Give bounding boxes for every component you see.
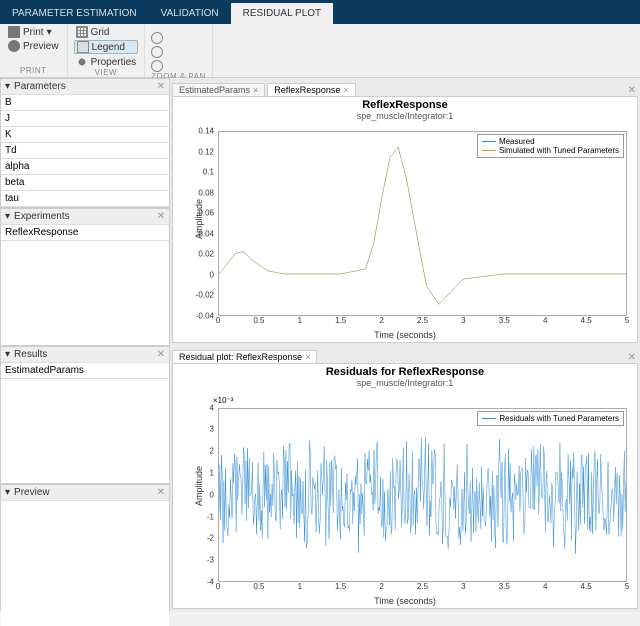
parameter-row[interactable]: J bbox=[1, 111, 169, 127]
experiment-row[interactable]: ReflexResponse bbox=[1, 225, 169, 241]
print-preview-button[interactable]: Preview bbox=[6, 40, 61, 52]
plot-subtitle: spe_muscle/Integrator:1 bbox=[173, 378, 637, 388]
print-label: Print bbox=[23, 27, 44, 38]
parameter-row[interactable]: B bbox=[1, 95, 169, 111]
close-icon[interactable]: ✕ bbox=[628, 85, 636, 96]
properties-button[interactable]: Properties bbox=[74, 56, 139, 68]
legend-box[interactable]: Measured Simulated with Tuned Parameters bbox=[477, 134, 624, 158]
y-axis-scale: ×10⁻³ bbox=[213, 396, 233, 405]
parameter-row[interactable]: alpha bbox=[1, 159, 169, 175]
legend-entry: Residuals with Tuned Parameters bbox=[499, 414, 619, 423]
group-label-print: PRINT bbox=[6, 66, 61, 75]
doc-tab-label: ReflexResponse bbox=[274, 85, 340, 95]
printer-icon bbox=[8, 26, 20, 38]
parameter-row[interactable]: beta bbox=[1, 175, 169, 191]
app-tabstrip: PARAMETER ESTIMATION VALIDATION RESIDUAL… bbox=[0, 0, 640, 24]
residuals-plot[interactable]: Residuals for ReflexResponse spe_muscle/… bbox=[172, 363, 638, 610]
pan-icon[interactable] bbox=[151, 60, 163, 72]
legend-box[interactable]: Residuals with Tuned Parameters bbox=[477, 411, 624, 426]
chevron-down-icon[interactable]: ▾ bbox=[5, 211, 10, 222]
group-label-view: VIEW bbox=[74, 68, 139, 77]
document-tabs-bottom: Residual plot: ReflexResponse× ✕ bbox=[170, 345, 640, 363]
eye-icon bbox=[8, 40, 20, 52]
properties-label: Properties bbox=[91, 57, 137, 68]
results-panel: ▾ Results ✕ EstimatedParams bbox=[0, 346, 170, 484]
parameter-row[interactable]: K bbox=[1, 127, 169, 143]
close-icon[interactable]: ✕ bbox=[157, 211, 165, 222]
zoom-out-icon[interactable] bbox=[151, 46, 163, 58]
chevron-down-icon[interactable]: ▾ bbox=[5, 487, 10, 498]
doc-tab-residual-plot[interactable]: Residual plot: ReflexResponse× bbox=[172, 350, 317, 363]
close-icon[interactable]: × bbox=[343, 85, 348, 95]
doc-tab-label: Residual plot: ReflexResponse bbox=[179, 352, 302, 362]
result-row[interactable]: EstimatedParams bbox=[1, 363, 169, 379]
grid-label: Grid bbox=[91, 27, 110, 38]
sidebar: ▾ Parameters ✕ BJKTdalphabetatau ▾ Experime… bbox=[0, 78, 170, 611]
tab-residual-plot[interactable]: RESIDUAL PLOT bbox=[231, 3, 334, 24]
close-icon[interactable]: × bbox=[305, 352, 310, 362]
tab-validation[interactable]: VALIDATION bbox=[149, 3, 231, 24]
parameter-row[interactable]: tau bbox=[1, 191, 169, 207]
x-axis-label: Time (seconds) bbox=[374, 596, 436, 606]
plot-title: Residuals for ReflexResponse bbox=[173, 364, 637, 378]
close-icon[interactable]: ✕ bbox=[157, 487, 165, 498]
document-tabs-top: EstimatedParams× ReflexResponse× ✕ bbox=[170, 78, 640, 96]
dropdown-caret-icon: ▾ bbox=[47, 27, 52, 38]
doc-tab-label: EstimatedParams bbox=[179, 85, 250, 95]
legend-icon bbox=[77, 41, 89, 53]
close-icon[interactable]: ✕ bbox=[157, 81, 165, 92]
legend-swatch-icon bbox=[482, 418, 496, 419]
legend-entry: Measured bbox=[499, 137, 535, 146]
grid-icon bbox=[76, 26, 88, 38]
close-icon[interactable]: ✕ bbox=[628, 352, 636, 363]
preview-label: Preview bbox=[23, 41, 59, 52]
grid-toggle[interactable]: Grid bbox=[74, 26, 139, 38]
reflex-response-plot[interactable]: ReflexResponse spe_muscle/Integrator:1 A… bbox=[172, 96, 638, 343]
experiments-panel: ▾ Experiments ✕ ReflexResponse bbox=[0, 208, 170, 346]
print-button[interactable]: Print▾ bbox=[6, 26, 61, 38]
x-axis-label: Time (seconds) bbox=[374, 330, 436, 340]
legend-swatch-icon bbox=[482, 141, 496, 142]
legend-toggle[interactable]: Legend bbox=[74, 40, 139, 54]
close-icon[interactable]: ✕ bbox=[157, 349, 165, 360]
toolstrip: Print▾ Preview PRINT Grid Legend Propert… bbox=[0, 24, 640, 78]
legend-swatch-icon bbox=[482, 150, 496, 151]
parameters-panel: ▾ Parameters ✕ BJKTdalphabetatau bbox=[0, 78, 170, 208]
legend-entry: Simulated with Tuned Parameters bbox=[499, 146, 619, 155]
close-icon[interactable]: × bbox=[253, 85, 258, 95]
panel-title-preview: Preview bbox=[14, 487, 50, 498]
chevron-down-icon[interactable]: ▾ bbox=[5, 81, 10, 92]
zoom-in-icon[interactable] bbox=[151, 32, 163, 44]
legend-label: Legend bbox=[92, 42, 125, 53]
parameter-row[interactable]: Td bbox=[1, 143, 169, 159]
tab-parameter-estimation[interactable]: PARAMETER ESTIMATION bbox=[0, 3, 149, 24]
panel-title-parameters: Parameters bbox=[14, 81, 66, 92]
plot-title: ReflexResponse bbox=[173, 97, 637, 111]
gear-icon bbox=[76, 56, 88, 68]
chevron-down-icon[interactable]: ▾ bbox=[5, 349, 10, 360]
plot-subtitle: spe_muscle/Integrator:1 bbox=[173, 111, 637, 121]
doc-tab-estimated-params[interactable]: EstimatedParams× bbox=[172, 83, 265, 96]
preview-panel: ▾ Preview ✕ bbox=[0, 484, 170, 611]
panel-title-results: Results bbox=[14, 349, 47, 360]
panel-title-experiments: Experiments bbox=[14, 211, 70, 222]
doc-tab-reflex-response[interactable]: ReflexResponse× bbox=[267, 83, 355, 96]
